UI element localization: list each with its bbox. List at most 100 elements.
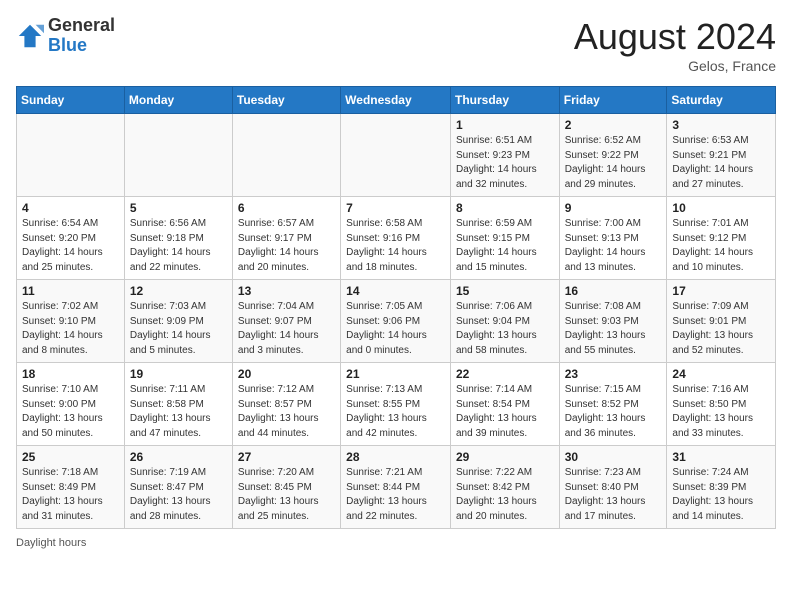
calendar-cell: 20Sunrise: 7:12 AM Sunset: 8:57 PM Dayli… bbox=[232, 363, 340, 446]
day-info: Sunrise: 7:00 AM Sunset: 9:13 PM Dayligh… bbox=[565, 217, 662, 275]
day-info: Sunrise: 7:11 AM Sunset: 8:58 PM Dayligh… bbox=[130, 383, 227, 441]
day-info: Sunrise: 7:08 AM Sunset: 9:03 PM Dayligh… bbox=[565, 300, 662, 358]
calendar-cell: 9 Sunrise: 7:00 AM Sunset: 9:13 PM Daylig… bbox=[559, 197, 667, 280]
calendar-table: SundayMondayTuesdayWednesdayThursdayFrid… bbox=[16, 86, 776, 529]
day-info: Sunrise: 7:09 AM Sunset: 9:01 PM Dayligh… bbox=[672, 300, 770, 358]
calendar-cell: 1 Sunrise: 6:51 AM Sunset: 9:23 PM Daylig… bbox=[450, 114, 559, 197]
calendar-cell: 24 Sunrise: 7:16 AM Sunset: 8:50 PM Dayli… bbox=[667, 363, 776, 446]
calendar-cell: 25 Sunrise: 7:18 AM Sunset: 8:49 PM Dayli… bbox=[17, 446, 125, 529]
calendar-cell: 12 Sunrise: 7:03 AM Sunset: 9:09 PM Dayli… bbox=[124, 280, 232, 363]
day-info: Sunrise: 6:53 AM Sunset: 9:21 PM Dayligh… bbox=[672, 134, 770, 192]
day-number: 19 bbox=[130, 367, 227, 381]
logo-icon bbox=[16, 22, 44, 50]
calendar-cell: 8Sunrise: 6:59 AM Sunset: 9:15 PM Daylig… bbox=[450, 197, 559, 280]
day-number: 26 bbox=[130, 450, 227, 464]
day-info: Sunrise: 6:56 AM Sunset: 9:18 PM Dayligh… bbox=[130, 217, 227, 275]
calendar-cell: 31 Sunrise: 7:24 AM Sunset: 8:39 PM Dayli… bbox=[667, 446, 776, 529]
day-number: 29 bbox=[456, 450, 554, 464]
day-number: 20 bbox=[238, 367, 335, 381]
day-info: Sunrise: 7:23 AM Sunset: 8:40 PM Dayligh… bbox=[565, 466, 662, 524]
calendar-body: 1 Sunrise: 6:51 AM Sunset: 9:23 PM Daylig… bbox=[17, 114, 776, 529]
day-info: Sunrise: 7:20 AM Sunset: 8:45 PM Dayligh… bbox=[238, 466, 335, 524]
calendar-cell: 28 Sunrise: 7:21 AM Sunset: 8:44 PM Dayli… bbox=[341, 446, 451, 529]
calendar-cell bbox=[341, 114, 451, 197]
day-info: Sunrise: 7:19 AM Sunset: 8:47 PM Dayligh… bbox=[130, 466, 227, 524]
week-row-4: 18Sunrise: 7:10 AM Sunset: 9:00 PM Dayli… bbox=[17, 363, 776, 446]
calendar-cell: 11Sunrise: 7:02 AM Sunset: 9:10 PM Dayli… bbox=[17, 280, 125, 363]
day-info: Sunrise: 7:15 AM Sunset: 8:52 PM Dayligh… bbox=[565, 383, 662, 441]
footer-note: Daylight hours bbox=[16, 537, 776, 549]
day-info: Sunrise: 7:16 AM Sunset: 8:50 PM Dayligh… bbox=[672, 383, 770, 441]
day-info: Sunrise: 7:05 AM Sunset: 9:06 PM Dayligh… bbox=[346, 300, 445, 358]
calendar-cell: 22Sunrise: 7:14 AM Sunset: 8:54 PM Dayli… bbox=[450, 363, 559, 446]
calendar-cell bbox=[17, 114, 125, 197]
calendar-cell: 2Sunrise: 6:52 AM Sunset: 9:22 PM Daylig… bbox=[559, 114, 667, 197]
day-info: Sunrise: 7:21 AM Sunset: 8:44 PM Dayligh… bbox=[346, 466, 445, 524]
day-info: Sunrise: 7:22 AM Sunset: 8:42 PM Dayligh… bbox=[456, 466, 554, 524]
calendar-cell: 14 Sunrise: 7:05 AM Sunset: 9:06 PM Dayli… bbox=[341, 280, 451, 363]
day-number: 22 bbox=[456, 367, 554, 381]
day-info: Sunrise: 6:59 AM Sunset: 9:15 PM Dayligh… bbox=[456, 217, 554, 275]
day-number: 3 bbox=[672, 118, 770, 132]
day-info: Sunrise: 7:02 AM Sunset: 9:10 PM Dayligh… bbox=[22, 300, 119, 358]
calendar-cell: 17 Sunrise: 7:09 AM Sunset: 9:01 PM Dayli… bbox=[667, 280, 776, 363]
day-info: Sunrise: 7:03 AM Sunset: 9:09 PM Dayligh… bbox=[130, 300, 227, 358]
day-number: 1 bbox=[456, 118, 554, 132]
day-number: 17 bbox=[672, 284, 770, 298]
day-number: 5 bbox=[130, 201, 227, 215]
calendar-cell: 19 Sunrise: 7:11 AM Sunset: 8:58 PM Dayli… bbox=[124, 363, 232, 446]
day-number: 25 bbox=[22, 450, 119, 464]
calendar-cell: 4Sunrise: 6:54 AM Sunset: 9:20 PM Daylig… bbox=[17, 197, 125, 280]
day-number: 10 bbox=[672, 201, 770, 215]
calendar-cell: 16 Sunrise: 7:08 AM Sunset: 9:03 PM Dayli… bbox=[559, 280, 667, 363]
title-block: August 2024 Gelos, France bbox=[574, 16, 776, 74]
day-number: 7 bbox=[346, 201, 445, 215]
day-info: Sunrise: 6:58 AM Sunset: 9:16 PM Dayligh… bbox=[346, 217, 445, 275]
logo-blue-text: Blue bbox=[48, 35, 87, 55]
calendar-cell: 27 Sunrise: 7:20 AM Sunset: 8:45 PM Dayli… bbox=[232, 446, 340, 529]
day-info: Sunrise: 6:51 AM Sunset: 9:23 PM Dayligh… bbox=[456, 134, 554, 192]
weekday-header-sunday: Sunday bbox=[17, 87, 125, 114]
day-number: 28 bbox=[346, 450, 445, 464]
day-number: 9 bbox=[565, 201, 662, 215]
week-row-3: 11Sunrise: 7:02 AM Sunset: 9:10 PM Dayli… bbox=[17, 280, 776, 363]
weekday-row: SundayMondayTuesdayWednesdayThursdayFrid… bbox=[17, 87, 776, 114]
calendar-cell: 15 Sunrise: 7:06 AM Sunset: 9:04 PM Dayli… bbox=[450, 280, 559, 363]
calendar-cell: 7 Sunrise: 6:58 AM Sunset: 9:16 PM Daylig… bbox=[341, 197, 451, 280]
day-number: 30 bbox=[565, 450, 662, 464]
day-number: 24 bbox=[672, 367, 770, 381]
logo: General Blue bbox=[16, 16, 115, 56]
calendar-cell: 13Sunrise: 7:04 AM Sunset: 9:07 PM Dayli… bbox=[232, 280, 340, 363]
day-info: Sunrise: 6:54 AM Sunset: 9:20 PM Dayligh… bbox=[22, 217, 119, 275]
day-info: Sunrise: 7:18 AM Sunset: 8:49 PM Dayligh… bbox=[22, 466, 119, 524]
week-row-5: 25 Sunrise: 7:18 AM Sunset: 8:49 PM Dayli… bbox=[17, 446, 776, 529]
day-info: Sunrise: 7:04 AM Sunset: 9:07 PM Dayligh… bbox=[238, 300, 335, 358]
calendar-cell: 3 Sunrise: 6:53 AM Sunset: 9:21 PM Daylig… bbox=[667, 114, 776, 197]
day-number: 27 bbox=[238, 450, 335, 464]
day-number: 12 bbox=[130, 284, 227, 298]
weekday-header-wednesday: Wednesday bbox=[341, 87, 451, 114]
calendar-cell: 23 Sunrise: 7:15 AM Sunset: 8:52 PM Dayli… bbox=[559, 363, 667, 446]
weekday-header-tuesday: Tuesday bbox=[232, 87, 340, 114]
day-info: Sunrise: 7:24 AM Sunset: 8:39 PM Dayligh… bbox=[672, 466, 770, 524]
day-info: Sunrise: 7:01 AM Sunset: 9:12 PM Dayligh… bbox=[672, 217, 770, 275]
day-info: Sunrise: 7:06 AM Sunset: 9:04 PM Dayligh… bbox=[456, 300, 554, 358]
day-number: 21 bbox=[346, 367, 445, 381]
calendar-cell: 29 Sunrise: 7:22 AM Sunset: 8:42 PM Dayli… bbox=[450, 446, 559, 529]
day-number: 16 bbox=[565, 284, 662, 298]
calendar-header: SundayMondayTuesdayWednesdayThursdayFrid… bbox=[17, 87, 776, 114]
day-info: Sunrise: 7:13 AM Sunset: 8:55 PM Dayligh… bbox=[346, 383, 445, 441]
day-number: 14 bbox=[346, 284, 445, 298]
calendar-cell: 6Sunrise: 6:57 AM Sunset: 9:17 PM Daylig… bbox=[232, 197, 340, 280]
calendar-cell bbox=[232, 114, 340, 197]
day-number: 15 bbox=[456, 284, 554, 298]
weekday-header-friday: Friday bbox=[559, 87, 667, 114]
day-info: Sunrise: 6:52 AM Sunset: 9:22 PM Dayligh… bbox=[565, 134, 662, 192]
day-info: Sunrise: 6:57 AM Sunset: 9:17 PM Dayligh… bbox=[238, 217, 335, 275]
logo-text: General Blue bbox=[48, 16, 115, 56]
month-title: August 2024 bbox=[574, 16, 776, 58]
day-number: 23 bbox=[565, 367, 662, 381]
weekday-header-thursday: Thursday bbox=[450, 87, 559, 114]
day-number: 31 bbox=[672, 450, 770, 464]
logo-general-text: General bbox=[48, 15, 115, 35]
